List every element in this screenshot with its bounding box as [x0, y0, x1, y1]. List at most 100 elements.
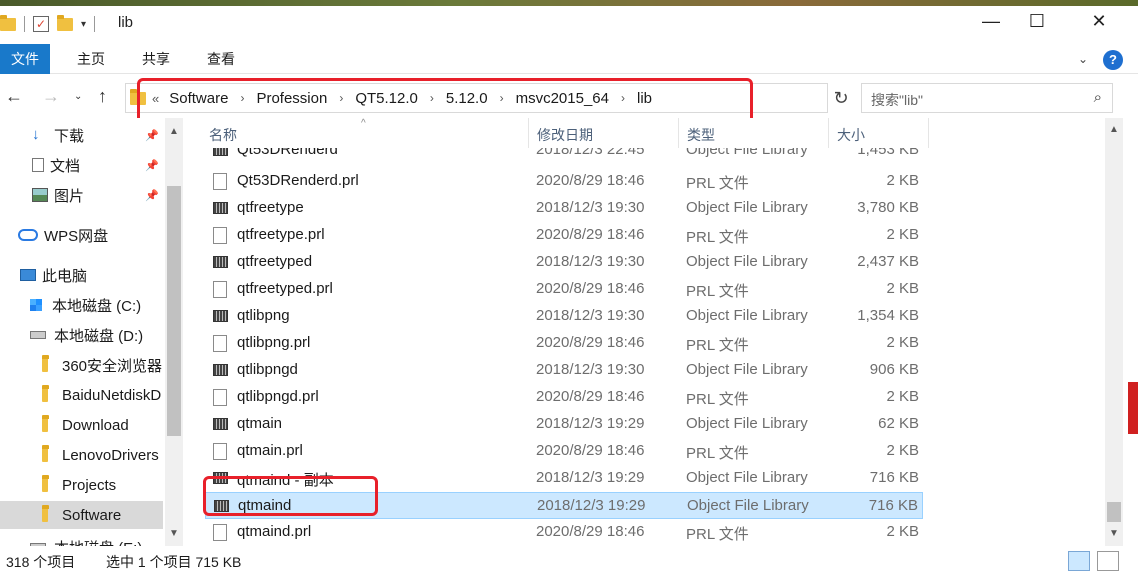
- sidebar-item-folder[interactable]: Download: [0, 411, 163, 439]
- library-file-icon: [213, 256, 228, 268]
- folder-icon: [42, 385, 49, 402]
- tab-share[interactable]: 共享: [131, 44, 181, 74]
- navigation-pane: ↓ 下载 📌 文档 📌 图片 📌 WPS网盘 此电脑 本地磁盘 (C:) 本地磁…: [0, 118, 183, 546]
- folder-icon: [42, 445, 49, 462]
- sidebar-item-downloads[interactable]: ↓ 下载 📌: [0, 121, 163, 149]
- document-file-icon: [213, 281, 227, 298]
- download-arrow-icon: ↓: [32, 126, 40, 143]
- sidebar-scrollbar[interactable]: ▲ ▼: [165, 118, 183, 546]
- properties-check-icon[interactable]: ✓: [33, 16, 49, 32]
- file-type: Object File Library: [687, 497, 809, 514]
- forward-arrow-icon[interactable]: →: [42, 86, 60, 107]
- maximize-button[interactable]: ☐: [1008, 0, 1066, 42]
- column-header-type[interactable]: 类型: [679, 118, 829, 148]
- sidebar-item-folder[interactable]: 360安全浏览器: [0, 351, 163, 379]
- file-type: PRL 文件: [686, 526, 749, 543]
- scroll-down-arrow-icon[interactable]: ▼: [1109, 528, 1119, 539]
- sidebar-item-label: Download: [62, 416, 129, 434]
- table-row[interactable]: qtmaind.prl 2020/8/29 18:46 PRL 文件 2 KB: [205, 519, 923, 546]
- folder-icon: [42, 355, 49, 372]
- library-file-icon: [213, 310, 228, 322]
- table-row[interactable]: qtlibpng.prl 2020/8/29 18:46 PRL 文件 2 KB: [205, 330, 923, 357]
- sidebar-item-folder-selected[interactable]: Software: [0, 501, 163, 529]
- new-folder-icon[interactable]: [57, 14, 73, 31]
- scroll-up-arrow-icon[interactable]: ▲: [1109, 124, 1119, 135]
- file-type: PRL 文件: [686, 391, 749, 408]
- sidebar-item-pictures[interactable]: 图片 📌: [0, 181, 163, 209]
- table-row[interactable]: qtlibpng 2018/12/3 19:30 Object File Libra…: [205, 303, 923, 330]
- ribbon-expand-chevron-icon[interactable]: ⌄: [1078, 52, 1088, 66]
- sidebar-scroll-thumb[interactable]: [167, 186, 181, 436]
- computer-icon: [20, 269, 36, 281]
- sidebar-item-this-pc[interactable]: 此电脑: [0, 261, 163, 289]
- customize-toolbar-arrow-icon[interactable]: ▾: [81, 19, 86, 30]
- sidebar-item-drive-c[interactable]: 本地磁盘 (C:): [0, 291, 163, 319]
- document-icon: [32, 158, 44, 172]
- sidebar-item-label: 360安全浏览器: [62, 357, 163, 375]
- sidebar-item-label: 此电脑: [42, 267, 88, 285]
- tab-file[interactable]: 文件: [0, 44, 50, 74]
- file-date: 2018/12/3 19:30: [536, 199, 645, 216]
- pin-icon[interactable]: 📌: [145, 159, 159, 172]
- sidebar-item-label: 下载: [54, 127, 85, 145]
- search-icon[interactable]: ⌕: [1094, 89, 1102, 106]
- item-count: 318 个项目: [6, 554, 76, 570]
- details-view-icon[interactable]: [1068, 551, 1090, 571]
- ribbon-tabs: 文件 主页 共享 查看: [0, 44, 1138, 74]
- background-window-edge: [1128, 382, 1138, 434]
- recent-locations-chevron-icon[interactable]: ⌄: [74, 91, 82, 102]
- table-row[interactable]: qtmain.prl 2020/8/29 18:46 PRL 文件 2 KB: [205, 438, 923, 465]
- search-box[interactable]: 搜索"lib" ⌕: [861, 83, 1113, 113]
- column-header-date[interactable]: 修改日期: [529, 118, 679, 148]
- file-date: 2020/8/29 18:46: [536, 442, 645, 459]
- sidebar-item-folder[interactable]: Projects: [0, 471, 163, 499]
- table-row[interactable]: Qt53DRenderd.prl 2020/8/29 18:46 PRL 文件 2 K…: [205, 168, 923, 195]
- window-title: lib: [118, 14, 134, 31]
- sidebar-item-drive-e[interactable]: 本地磁盘 (E:): [0, 533, 163, 546]
- sidebar-item-documents[interactable]: 文档 📌: [0, 151, 163, 179]
- file-type: Object File Library: [686, 361, 808, 378]
- library-file-icon: [213, 418, 228, 430]
- table-row[interactable]: qtmain 2018/12/3 19:29 Object File Library…: [205, 411, 923, 438]
- pin-icon[interactable]: 📌: [145, 129, 159, 142]
- table-row[interactable]: qtfreetyped 2018/12/3 19:30 Object File Li…: [205, 249, 923, 276]
- file-list-scroll-thumb[interactable]: [1107, 502, 1121, 522]
- column-header-size[interactable]: 大小: [829, 118, 929, 148]
- tab-view[interactable]: 查看: [196, 44, 246, 74]
- scroll-down-arrow-icon[interactable]: ▼: [169, 528, 179, 539]
- file-size: 2 KB: [886, 388, 919, 405]
- scroll-up-arrow-icon[interactable]: ▲: [169, 126, 179, 137]
- table-row[interactable]: qtlibpngd 2018/12/3 19:30 Object File Libr…: [205, 357, 923, 384]
- up-arrow-icon[interactable]: ↑: [98, 86, 107, 107]
- search-input[interactable]: 搜索"lib": [871, 90, 923, 110]
- table-row[interactable]: qtfreetype.prl 2020/8/29 18:46 PRL 文件 2 KB: [205, 222, 923, 249]
- document-file-icon: [213, 443, 227, 460]
- file-date: 2020/8/29 18:46: [536, 172, 645, 189]
- sidebar-item-wps-cloud[interactable]: WPS网盘: [0, 221, 163, 249]
- sidebar-item-label: BaiduNetdiskD: [62, 386, 162, 404]
- document-file-icon: [213, 173, 227, 190]
- large-icons-view-icon[interactable]: [1097, 551, 1119, 571]
- back-arrow-icon[interactable]: ←: [5, 86, 23, 107]
- sidebar-item-label: 本地磁盘 (D:): [54, 327, 144, 345]
- refresh-icon[interactable]: ↻: [830, 83, 852, 113]
- file-date: 2018/12/3 19:30: [536, 307, 645, 324]
- pin-icon[interactable]: 📌: [145, 189, 159, 202]
- table-row[interactable]: qtlibpngd.prl 2020/8/29 18:46 PRL 文件 2 KB: [205, 384, 923, 411]
- file-date: 2020/8/29 18:46: [536, 226, 645, 243]
- close-button[interactable]: ✕: [1070, 0, 1128, 42]
- table-row[interactable]: qtfreetyped.prl 2020/8/29 18:46 PRL 文件 2 KB: [205, 276, 923, 303]
- file-type: Object File Library: [686, 469, 808, 486]
- document-file-icon: [213, 389, 227, 406]
- tab-home[interactable]: 主页: [66, 44, 116, 74]
- table-row[interactable]: qtfreetype 2018/12/3 19:30 Object File Lib…: [205, 195, 923, 222]
- file-date: 2018/12/3 19:29: [537, 497, 646, 514]
- file-list-scrollbar[interactable]: ▲ ▼: [1105, 118, 1123, 546]
- file-size: 3,780 KB: [857, 199, 919, 216]
- help-icon[interactable]: ?: [1103, 50, 1123, 70]
- sidebar-item-folder[interactable]: BaiduNetdiskD: [0, 381, 163, 409]
- sidebar-item-drive-d[interactable]: 本地磁盘 (D:): [0, 321, 163, 349]
- sidebar-item-label: 图片: [54, 187, 85, 205]
- sidebar-item-folder[interactable]: LenovoDrivers: [0, 441, 163, 469]
- file-type: Object File Library: [686, 199, 808, 216]
